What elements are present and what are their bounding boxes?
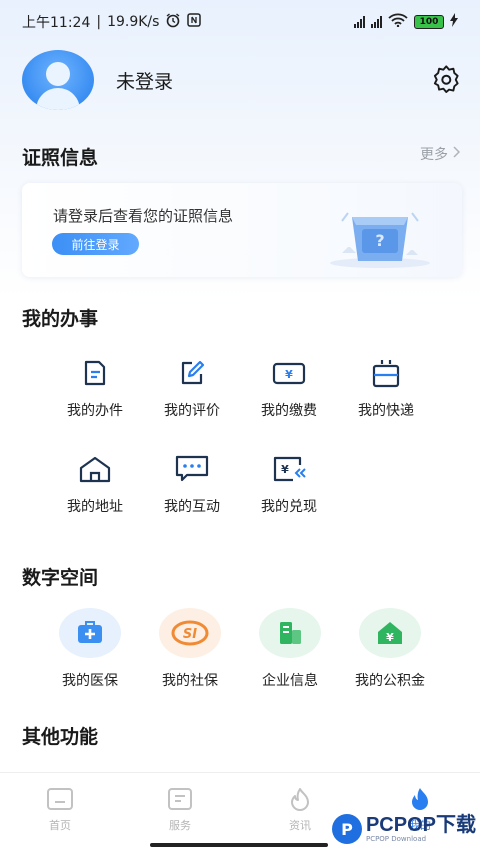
more-label: 更多 [420,147,448,163]
grid-item-label: 我的地址 [67,499,123,515]
tab-label: 资讯 [289,819,311,832]
chevron-right-icon [452,146,461,162]
status-bar: 上午11:24 | 19.9K/s 100 [0,0,480,44]
grid-item-label: 我的办件 [67,403,123,419]
svg-text:?: ? [375,231,384,250]
wifi-icon [388,13,408,31]
svg-text:¥: ¥ [281,463,289,476]
empty-box-illustration: ? [330,212,430,268]
watermark-sub: PCPOP Download [365,835,427,843]
watermark-brand: PCPOP下载 [365,814,476,836]
service-tab-icon [165,787,195,815]
avatar[interactable] [22,50,94,110]
chat-icon [175,452,209,486]
grid-item-label: 我的兑现 [261,499,317,515]
payment-icon: ¥ [272,356,306,390]
redeem-icon: ¥ [272,452,306,486]
status-net-speed: 19.9K/s [107,14,160,30]
space-item-label: 企业信息 [262,673,318,689]
home-tab-icon [45,787,75,815]
grid-item-my-reviews[interactable]: 我的评价 [147,356,237,420]
grid-item-label: 我的快递 [358,403,414,419]
watermark-logo-icon: P [331,814,362,844]
section-title-other-functions: 其他功能 [22,726,99,748]
social-security-icon: SI [159,608,221,658]
space-item-social-security[interactable]: SI 我的社保 [140,608,240,690]
grid-item-my-express[interactable]: 我的快递 [341,356,431,420]
tab-home[interactable]: 首页 [0,773,120,834]
housing-fund-icon: ¥ [359,608,421,658]
space-item-housing-fund[interactable]: ¥ 我的公积金 [340,608,440,690]
section-title-certificates: 证照信息 [22,147,99,169]
charging-icon [450,13,458,31]
grid-item-my-interactions[interactable]: 我的互动 [147,452,237,516]
tab-label: 首页 [49,819,71,832]
signal-icon [371,16,382,28]
signal-icon [354,16,365,28]
username-label[interactable]: 未登录 [116,67,173,94]
watermark: P PCPOP下载 PCPOP Download [331,808,476,850]
profile-header: 未登录 [22,50,462,110]
grid-item-my-address[interactable]: 我的地址 [50,452,140,516]
package-icon [369,356,403,390]
grid-item-my-cases[interactable]: 我的办件 [50,356,140,420]
settings-gear-icon[interactable] [432,65,462,95]
go-login-button[interactable]: 前往登录 [52,233,139,255]
section-title-my-affairs: 我的办事 [22,308,99,330]
battery-indicator: 100 [414,15,444,29]
document-icon [78,356,112,390]
grid-item-label: 我的评价 [164,403,220,419]
nfc-icon [187,13,202,31]
medical-icon [59,608,121,658]
space-item-label: 我的公积金 [355,673,425,689]
grid-item-label: 我的互动 [164,499,220,515]
space-item-enterprise-info[interactable]: 企业信息 [240,608,340,690]
news-tab-icon [285,787,315,815]
tab-services[interactable]: 服务 [120,773,240,834]
svg-text:SI: SI [183,627,197,642]
home-icon [78,452,112,486]
edit-icon [175,356,209,390]
building-icon [259,608,321,658]
grid-item-my-payments[interactable]: ¥ 我的缴费 [244,356,334,420]
status-divider: | [96,14,102,30]
space-item-medical-insurance[interactable]: 我的医保 [40,608,140,690]
alarm-icon [165,12,181,32]
space-item-label: 我的医保 [62,673,118,689]
space-item-label: 我的社保 [162,673,218,689]
certificate-card: 请登录后查看您的证照信息 前往登录 ? [22,183,462,277]
tab-label: 服务 [169,819,191,832]
svg-text:¥: ¥ [386,631,394,644]
section-title-digital-space: 数字空间 [22,567,99,589]
more-link[interactable]: 更多 [420,144,461,164]
certificate-prompt: 请登录后查看您的证照信息 [53,207,234,225]
home-indicator [150,843,328,847]
grid-item-my-redemptions[interactable]: ¥ 我的兑现 [244,452,334,516]
grid-item-label: 我的缴费 [261,403,317,419]
status-time: 上午11:24 [22,15,91,31]
svg-text:¥: ¥ [285,368,293,381]
